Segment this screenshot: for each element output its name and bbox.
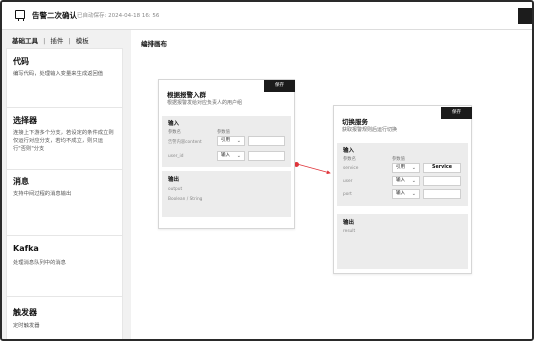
section-title: 输出 [343,220,355,226]
output-section: 输出 output Boolean / String [162,171,291,217]
sidebar-tabs: 基础工具 | 插件 | 模板 [12,35,92,45]
tab-plugins[interactable]: 插件 [50,37,63,45]
param-value-input[interactable] [423,176,461,186]
column-param-value: 参数值 [217,130,230,135]
select-value: 引用 [221,138,230,143]
select-value: 引用 [396,165,405,170]
monitor-icon [15,10,25,21]
card-title: 选择器 [13,116,37,125]
chevron-down-icon: ⌄ [236,138,241,144]
node-switch-service[interactable]: 切换服务 获取报警规则后运行切换 保存 输入 参数名 参数值 service 引… [333,105,472,274]
card-desc: 支持中间过程的消息输出 [13,191,72,197]
node-library-sidebar: 基础工具 | 插件 | 模板 代码 编写代码，处理输入变量来生成返回值 选择器 … [2,30,131,339]
node-title: 根据报警入群 [167,91,206,99]
param-name: 告警内容content [168,140,202,145]
param-name: user [343,179,353,184]
output-var: output [168,187,183,192]
node-title: 切换服务 [342,118,368,126]
card-desc: 连接上下游多个分支，若设定的条件成立则仅运行对应分支，若均不成立，则只运行"否则… [13,130,114,153]
select-value: 输入 [396,178,405,183]
param-type-select[interactable]: 输入 ⌄ [392,189,420,199]
card-title: 消息 [13,177,29,186]
param-type-select[interactable]: 引用 ⌄ [217,136,245,146]
param-value-input[interactable] [248,136,285,146]
section-title: 输入 [343,148,355,154]
node-alert-group[interactable]: 根据报警入群 根据报警发给对应负责人的用户组 保存 输入 参数名 参数值 告警内… [158,79,295,229]
card-title: Kafka [13,244,39,253]
param-name: user_id [168,154,184,159]
param-value-input[interactable] [248,151,285,161]
node-save-button[interactable]: 保存 [441,107,472,119]
column-param-value: 参数值 [392,157,405,162]
card-desc: 定时触发器 [13,323,40,329]
chevron-down-icon: ⌄ [411,165,416,171]
param-type-select[interactable]: 输入 ⌄ [217,151,245,161]
node-desc: 根据报警发给对应负责人的用户组 [167,100,243,106]
sidebar-item-trigger[interactable]: 触发器 定时触发器 [6,296,123,339]
section-title: 输入 [168,121,180,127]
output-section: 输出 result [337,214,468,269]
output-var: result [343,229,356,234]
sidebar-item-message[interactable]: 消息 支持中间过程的消息输出 [6,169,123,241]
card-title: 代码 [13,57,29,66]
card-desc: 处理消息队列中的消息 [13,260,66,266]
select-value: 输入 [396,191,405,196]
param-value-input[interactable]: Service [423,163,461,173]
autosave-status: 已自动保存: 2024-04-18 16: 56 [77,13,160,19]
input-section: 输入 参数名 参数值 service 引用 ⌄ Service user 输入 … [337,143,468,206]
chevron-down-icon: ⌄ [411,191,416,197]
card-title: 触发器 [13,308,37,317]
connector-line [296,163,331,175]
tab-separator: | [43,37,46,45]
sidebar-item-kafka[interactable]: Kafka 处理消息队列中的消息 [6,235,123,297]
chevron-down-icon: ⌄ [236,153,241,159]
card-desc: 编写代码，处理输入变量来生成返回值 [13,71,104,77]
node-save-button[interactable]: 保存 [264,80,295,92]
column-param-name: 参数名 [343,157,356,162]
param-type-select[interactable]: 输入 ⌄ [392,176,420,186]
output-var-type: Boolean / String [168,197,203,202]
param-type-select[interactable]: 引用 ⌄ [392,163,420,173]
tab-templates[interactable]: 模板 [76,37,89,45]
chevron-down-icon: ⌄ [411,178,416,184]
workflow-canvas[interactable]: 编排画布 根据报警入群 根据报警发给对应负责人的用户组 保存 输入 参数名 参数… [131,30,532,339]
select-value: 输入 [221,153,230,158]
input-section: 输入 参数名 参数值 告警内容content 引用 ⌄ user_id 输入 ⌄ [162,116,291,167]
tab-separator: | [68,37,71,45]
param-value-input[interactable] [423,189,461,199]
param-name: port [343,192,352,197]
node-desc: 获取报警规则后运行切换 [342,127,398,133]
param-name: service [343,166,359,171]
section-title: 输出 [168,177,180,183]
publish-button[interactable] [518,8,532,24]
column-param-name: 参数名 [168,130,181,135]
workflow-title: 告警二次确认 [32,11,77,20]
app-window: 告警二次确认 已自动保存: 2024-04-18 16: 56 基础工具 | 插… [0,0,534,341]
top-bar: 告警二次确认 已自动保存: 2024-04-18 16: 56 [2,2,532,30]
tab-basic-tools[interactable]: 基础工具 [12,37,38,45]
